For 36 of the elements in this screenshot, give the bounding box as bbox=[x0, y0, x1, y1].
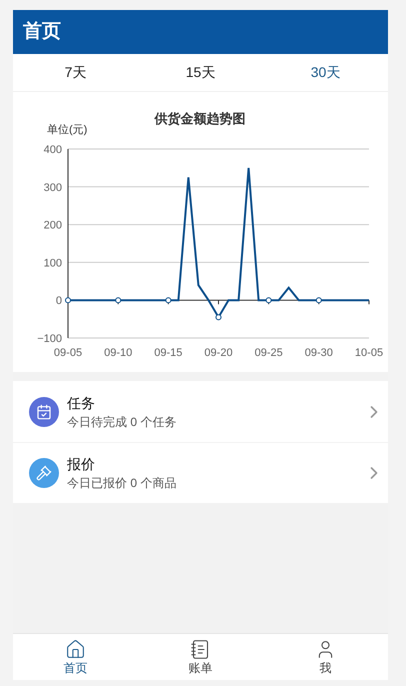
range-tab[interactable]: 7天 bbox=[13, 54, 138, 91]
x-tick-label: 09-25 bbox=[254, 347, 283, 359]
x-tick-label: 09-05 bbox=[54, 347, 82, 359]
data-point bbox=[216, 314, 222, 320]
entry-subtitle: 今日已报价 0 个商品 bbox=[67, 475, 178, 492]
entry-title: 报价 bbox=[67, 455, 96, 474]
range-tab[interactable]: 30天 bbox=[263, 54, 388, 91]
y-tick-label: 400 bbox=[44, 144, 62, 156]
range-tab[interactable]: 15天 bbox=[138, 54, 263, 91]
x-tick-label: 09-10 bbox=[104, 347, 132, 359]
data-point bbox=[65, 297, 71, 304]
y-tick-label: 300 bbox=[44, 182, 62, 194]
axis-unit-label: 单位(元) bbox=[47, 124, 88, 136]
entry-subtitle: 今日待完成 0 个任务 bbox=[67, 414, 178, 430]
home-icon bbox=[65, 638, 86, 660]
entry-row[interactable]: 任务 今日待完成 0 个任务 bbox=[13, 381, 388, 442]
x-tick-label: 09-15 bbox=[154, 347, 182, 359]
x-tick-label: 09-30 bbox=[304, 347, 333, 359]
tab-bar-item[interactable]: 我 bbox=[263, 634, 388, 680]
notebook-icon bbox=[190, 638, 211, 660]
y-tick-label: 100 bbox=[44, 257, 62, 270]
data-point bbox=[165, 297, 172, 304]
data-point bbox=[316, 297, 322, 304]
data-point bbox=[115, 297, 122, 304]
x-tick-label: 09-20 bbox=[204, 347, 233, 359]
y-tick-label: −100 bbox=[37, 333, 62, 345]
entry-row[interactable]: 报价 今日已报价 0 个商品 bbox=[13, 442, 388, 503]
y-tick-label: 0 bbox=[56, 295, 62, 308]
page-title: 首页 bbox=[23, 20, 61, 44]
chart-title: 供货金额趋势图 bbox=[154, 111, 246, 126]
data-point bbox=[266, 297, 272, 304]
tab-bar-item[interactable]: 账单 bbox=[138, 634, 263, 680]
entry-title: 任务 bbox=[67, 394, 96, 412]
x-tick-label: 10-05 bbox=[354, 347, 384, 359]
tab-bar-item[interactable]: 首页 bbox=[13, 634, 138, 680]
y-tick-label: 200 bbox=[44, 220, 62, 232]
